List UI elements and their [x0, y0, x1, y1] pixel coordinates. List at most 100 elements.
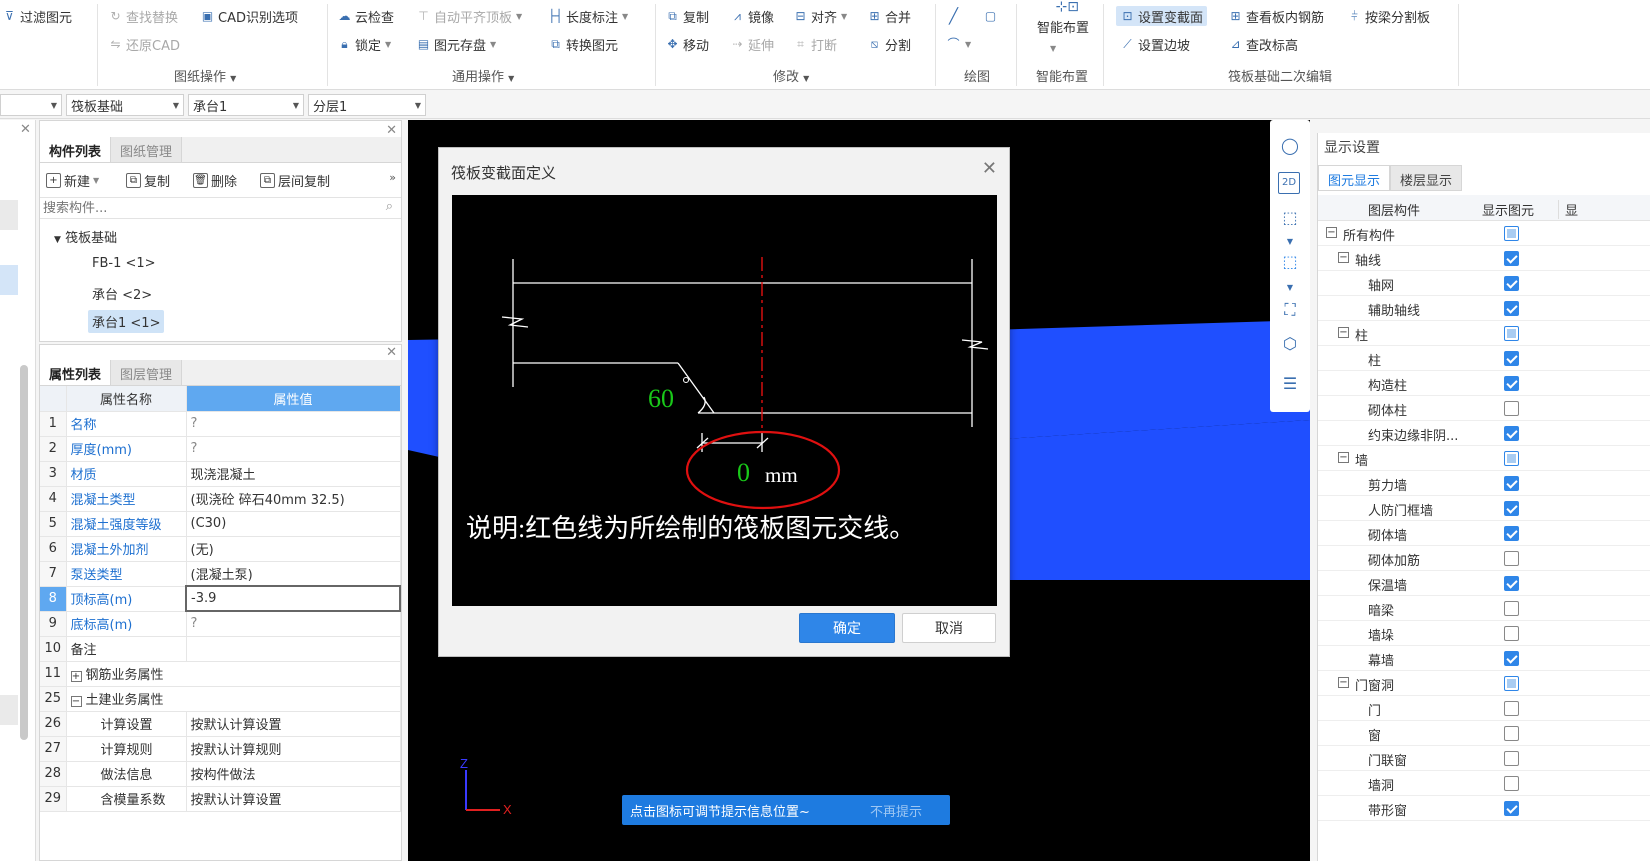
merge-button[interactable]: ⊞ 合并: [867, 6, 911, 26]
collapse-icon[interactable]: −: [1326, 227, 1337, 238]
find-replace-button[interactable]: ↻ 查找替换: [108, 6, 178, 26]
floor-copy-button[interactable]: ⧉ 层间复制: [260, 171, 330, 190]
table-row[interactable]: 9 底标高(m)?: [40, 611, 401, 637]
show-element-checkbox[interactable]: [1504, 526, 1519, 541]
offset-value[interactable]: 0: [737, 458, 750, 487]
table-row[interactable]: 6 混凝土外加剂 (无): [40, 536, 401, 562]
collapse-icon[interactable]: −: [70, 696, 82, 707]
layer-select[interactable]: 分层1 ▼: [308, 94, 426, 116]
tab-floor-display[interactable]: 楼层显示: [1390, 165, 1463, 191]
collapse-icon[interactable]: −: [1338, 252, 1349, 263]
display-row[interactable]: − 所有构件: [1318, 221, 1650, 246]
show-element-checkbox[interactable]: [1504, 626, 1519, 641]
display-row[interactable]: 砌体墙: [1318, 521, 1650, 546]
show-element-checkbox[interactable]: [1504, 326, 1519, 341]
show-element-checkbox[interactable]: [1504, 251, 1519, 266]
tree-root[interactable]: ▼ 筏板基础: [54, 227, 117, 246]
table-row[interactable]: 28 做法信息 按构件做法: [40, 761, 401, 787]
align-button[interactable]: ⊟ 对齐 ▼: [793, 6, 847, 26]
show-element-checkbox[interactable]: [1504, 501, 1519, 516]
collapse-icon[interactable]: −: [1338, 677, 1349, 688]
ok-button[interactable]: 确定: [799, 613, 895, 643]
show-element-checkbox[interactable]: [1504, 776, 1519, 791]
show-element-checkbox[interactable]: [1504, 701, 1519, 716]
table-row[interactable]: 3 材质 现浇混凝土: [40, 461, 401, 487]
show-element-checkbox[interactable]: [1504, 226, 1519, 241]
mirror-button[interactable]: ⩘ 镜像: [730, 6, 774, 26]
expand-icon[interactable]: +: [70, 671, 82, 682]
cad-options-button[interactable]: ▣ CAD识别选项: [200, 6, 298, 26]
lock-button[interactable]: 🔒︎ 锁定 ▼: [337, 34, 391, 54]
display-row[interactable]: 构造柱: [1318, 371, 1650, 396]
set-slope-button[interactable]: ⟋ 设置边坡: [1120, 34, 1190, 54]
table-row[interactable]: 26 计算设置 按默认计算设置: [40, 711, 401, 737]
group-label-general-ops[interactable]: 通用操作 ▼: [452, 66, 514, 85]
show-element-checkbox[interactable]: [1504, 301, 1519, 316]
display-list-icon[interactable]: ☰: [1278, 372, 1302, 396]
display-row[interactable]: 门联窗: [1318, 746, 1650, 771]
copy-component-button[interactable]: ⧉ 复制: [126, 171, 170, 190]
smart-place-button[interactable]: ⊹⊡ 智能布置: [1037, 0, 1089, 40]
display-row[interactable]: 砌体加筋: [1318, 546, 1650, 571]
show-element-checkbox[interactable]: [1504, 276, 1519, 291]
table-row-group[interactable]: 25− 土建业务属性: [40, 686, 401, 712]
view-3d-icon[interactable]: ⬚: [1278, 206, 1302, 230]
draw-line-button[interactable]: ╱: [946, 6, 961, 26]
display-row[interactable]: 窗: [1318, 721, 1650, 746]
tab-drawing-management[interactable]: 图纸管理: [111, 137, 183, 162]
auto-align-top-button[interactable]: ⊤ 自动平齐顶板 ▼: [416, 6, 522, 26]
display-row[interactable]: 门: [1318, 696, 1650, 721]
display-row[interactable]: 墙洞: [1318, 771, 1650, 796]
view-cube-icon[interactable]: ⬡: [1278, 332, 1302, 356]
group-label-drawing-ops[interactable]: 图纸操作 ▼: [174, 66, 236, 85]
filter-select-1[interactable]: ▼: [0, 94, 62, 116]
split-button[interactable]: ⧅ 分割: [867, 34, 911, 54]
display-row[interactable]: 幕墙: [1318, 646, 1650, 671]
display-row[interactable]: 剪力墙: [1318, 471, 1650, 496]
show-element-checkbox[interactable]: [1504, 601, 1519, 616]
show-element-checkbox[interactable]: [1504, 476, 1519, 491]
display-row[interactable]: − 轴线: [1318, 246, 1650, 271]
table-row[interactable]: 1 名称?: [40, 411, 401, 437]
display-row[interactable]: − 门窗洞: [1318, 671, 1650, 696]
display-row[interactable]: − 柱: [1318, 321, 1650, 346]
tree-item[interactable]: FB-1 <1>: [92, 256, 156, 271]
set-variable-section-button[interactable]: ⊡ 设置变截面: [1116, 6, 1208, 26]
new-button[interactable]: + 新建 ▼: [46, 171, 99, 190]
tree-item-selected[interactable]: 承台1 <1>: [88, 310, 165, 333]
tab-property-list[interactable]: 属性列表: [40, 360, 112, 385]
tab-element-display[interactable]: 图元显示: [1318, 165, 1391, 191]
table-row[interactable]: 2 厚度(mm)?: [40, 436, 401, 462]
search-input[interactable]: [40, 198, 360, 218]
show-element-checkbox[interactable]: [1504, 576, 1519, 591]
table-row[interactable]: 29 含模量系数 按默认计算设置: [40, 786, 401, 812]
display-row[interactable]: 轴网: [1318, 271, 1650, 296]
show-element-checkbox[interactable]: [1504, 676, 1519, 691]
table-row[interactable]: 7 泵送类型 (混凝土泵): [40, 561, 401, 587]
show-element-checkbox[interactable]: [1504, 651, 1519, 666]
cloud-check-button[interactable]: ☁ 云检查: [337, 6, 395, 26]
scrollbar[interactable]: [20, 365, 28, 740]
table-row-editing[interactable]: 8 顶标高(m) -3.9: [40, 585, 401, 612]
draw-rect-button[interactable]: ▢: [983, 6, 998, 26]
top-elevation-input[interactable]: -3.9: [185, 585, 401, 612]
display-row[interactable]: 带形窗: [1318, 796, 1650, 821]
convert-element-button[interactable]: ⧉ 转换图元: [548, 34, 618, 54]
close-icon[interactable]: ✕: [982, 158, 997, 179]
display-row[interactable]: 辅助轴线: [1318, 296, 1650, 321]
collapse-icon[interactable]: −: [1338, 452, 1349, 463]
show-element-checkbox[interactable]: [1504, 751, 1519, 766]
close-icon[interactable]: ✕: [20, 122, 31, 137]
show-element-checkbox[interactable]: [1504, 376, 1519, 391]
display-row[interactable]: 柱: [1318, 346, 1650, 371]
display-row[interactable]: 保温墙: [1318, 571, 1650, 596]
edit-elevation-button[interactable]: ⊿ 查改标高: [1228, 34, 1298, 54]
close-icon[interactable]: ✕: [386, 123, 397, 138]
table-row[interactable]: 4 混凝土类型 (现浇砼 碎石40mm 32.5): [40, 486, 401, 512]
restore-cad-button[interactable]: ⇋ 还原CAD: [108, 34, 180, 54]
more-icon[interactable]: »: [389, 171, 396, 184]
table-row-group[interactable]: 11 + 钢筋业务属性: [40, 661, 401, 687]
display-row[interactable]: 砌体柱: [1318, 396, 1650, 421]
tip-bar[interactable]: 点击图标可调节提示信息位置~ 不再提示: [622, 795, 950, 825]
dont-show-again-link[interactable]: 不再提示: [870, 801, 922, 820]
